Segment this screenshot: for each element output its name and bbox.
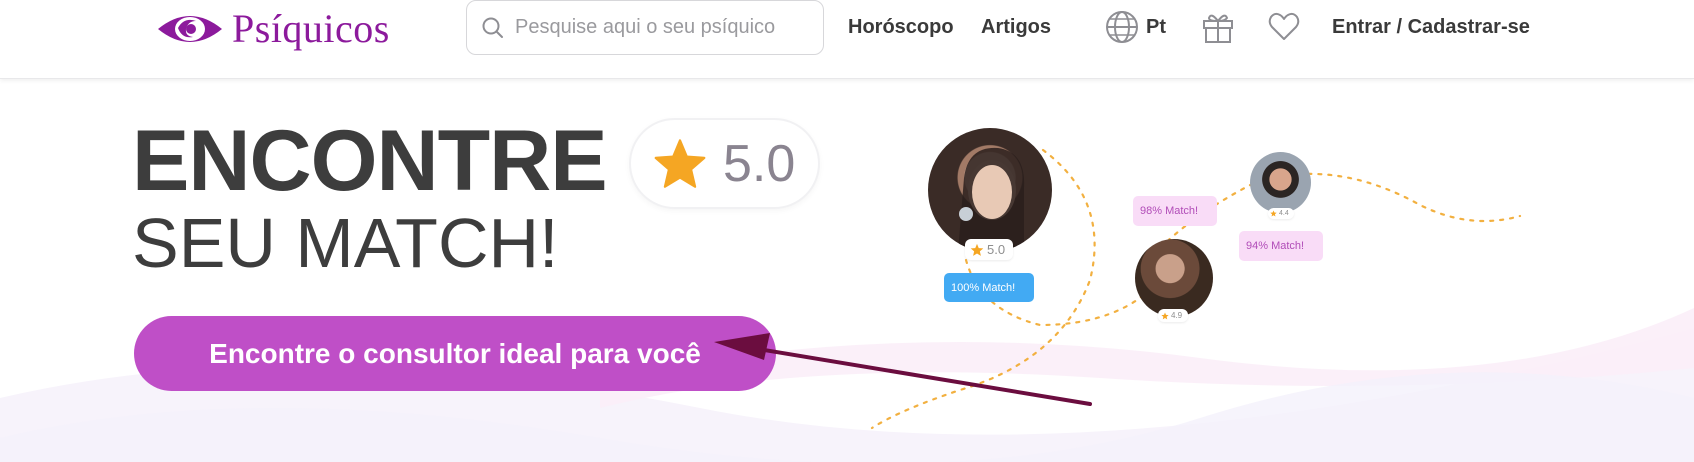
hero-subtitle: SEU MATCH!	[132, 204, 559, 282]
search-input[interactable]	[513, 15, 807, 40]
advisor-rating-badge-2: 4.9	[1158, 309, 1188, 322]
advisor-avatar-1[interactable]	[928, 128, 1052, 252]
match-badge-2: 98% Match!	[1133, 196, 1217, 226]
advisor-avatar-3[interactable]	[1250, 152, 1311, 213]
hero-rating-badge: 5.0	[629, 118, 820, 209]
login-signup-link[interactable]: Entrar / Cadastrar-se	[1332, 16, 1530, 39]
search-box[interactable]	[466, 0, 824, 55]
logo-link[interactable]: Psíquicos	[156, 6, 390, 52]
heart-icon[interactable]	[1267, 10, 1301, 44]
advisor-avatar-2[interactable]	[1135, 239, 1213, 317]
logo-text: Psíquicos	[232, 6, 390, 51]
match-badge-3: 94% Match!	[1239, 231, 1323, 261]
match-badge-1: 100% Match!	[944, 273, 1034, 302]
star-icon	[1270, 210, 1277, 217]
language-selector[interactable]: Pt	[1146, 16, 1166, 39]
advisor-rating-value-1: 5.0	[987, 242, 1006, 257]
advisor-rating-badge-1: 5.0	[965, 239, 1013, 260]
search-icon	[481, 16, 505, 40]
gift-icon[interactable]	[1201, 10, 1235, 44]
advisor-rating-badge-3: 4.4	[1268, 208, 1294, 219]
find-advisor-button[interactable]: Encontre o consultor ideal para você	[134, 316, 776, 391]
site-header: Psíquicos Horóscopo Artigos Pt Entrar / …	[0, 0, 1694, 79]
star-icon	[1161, 312, 1169, 319]
logo-eye-icon	[158, 16, 222, 42]
star-icon	[653, 138, 707, 190]
advisor-rating-value-3: 4.4	[1279, 210, 1289, 217]
nav-artigos[interactable]: Artigos	[981, 16, 1051, 39]
hero-rating-value: 5.0	[723, 134, 796, 193]
nav-horoscopo[interactable]: Horóscopo	[848, 16, 954, 39]
globe-icon[interactable]	[1105, 10, 1139, 44]
advisor-portrait-1	[958, 147, 1025, 252]
advisor-rating-value-2: 4.9	[1171, 311, 1183, 320]
hero-title: ENCONTRE	[132, 113, 608, 209]
star-icon	[970, 243, 984, 256]
